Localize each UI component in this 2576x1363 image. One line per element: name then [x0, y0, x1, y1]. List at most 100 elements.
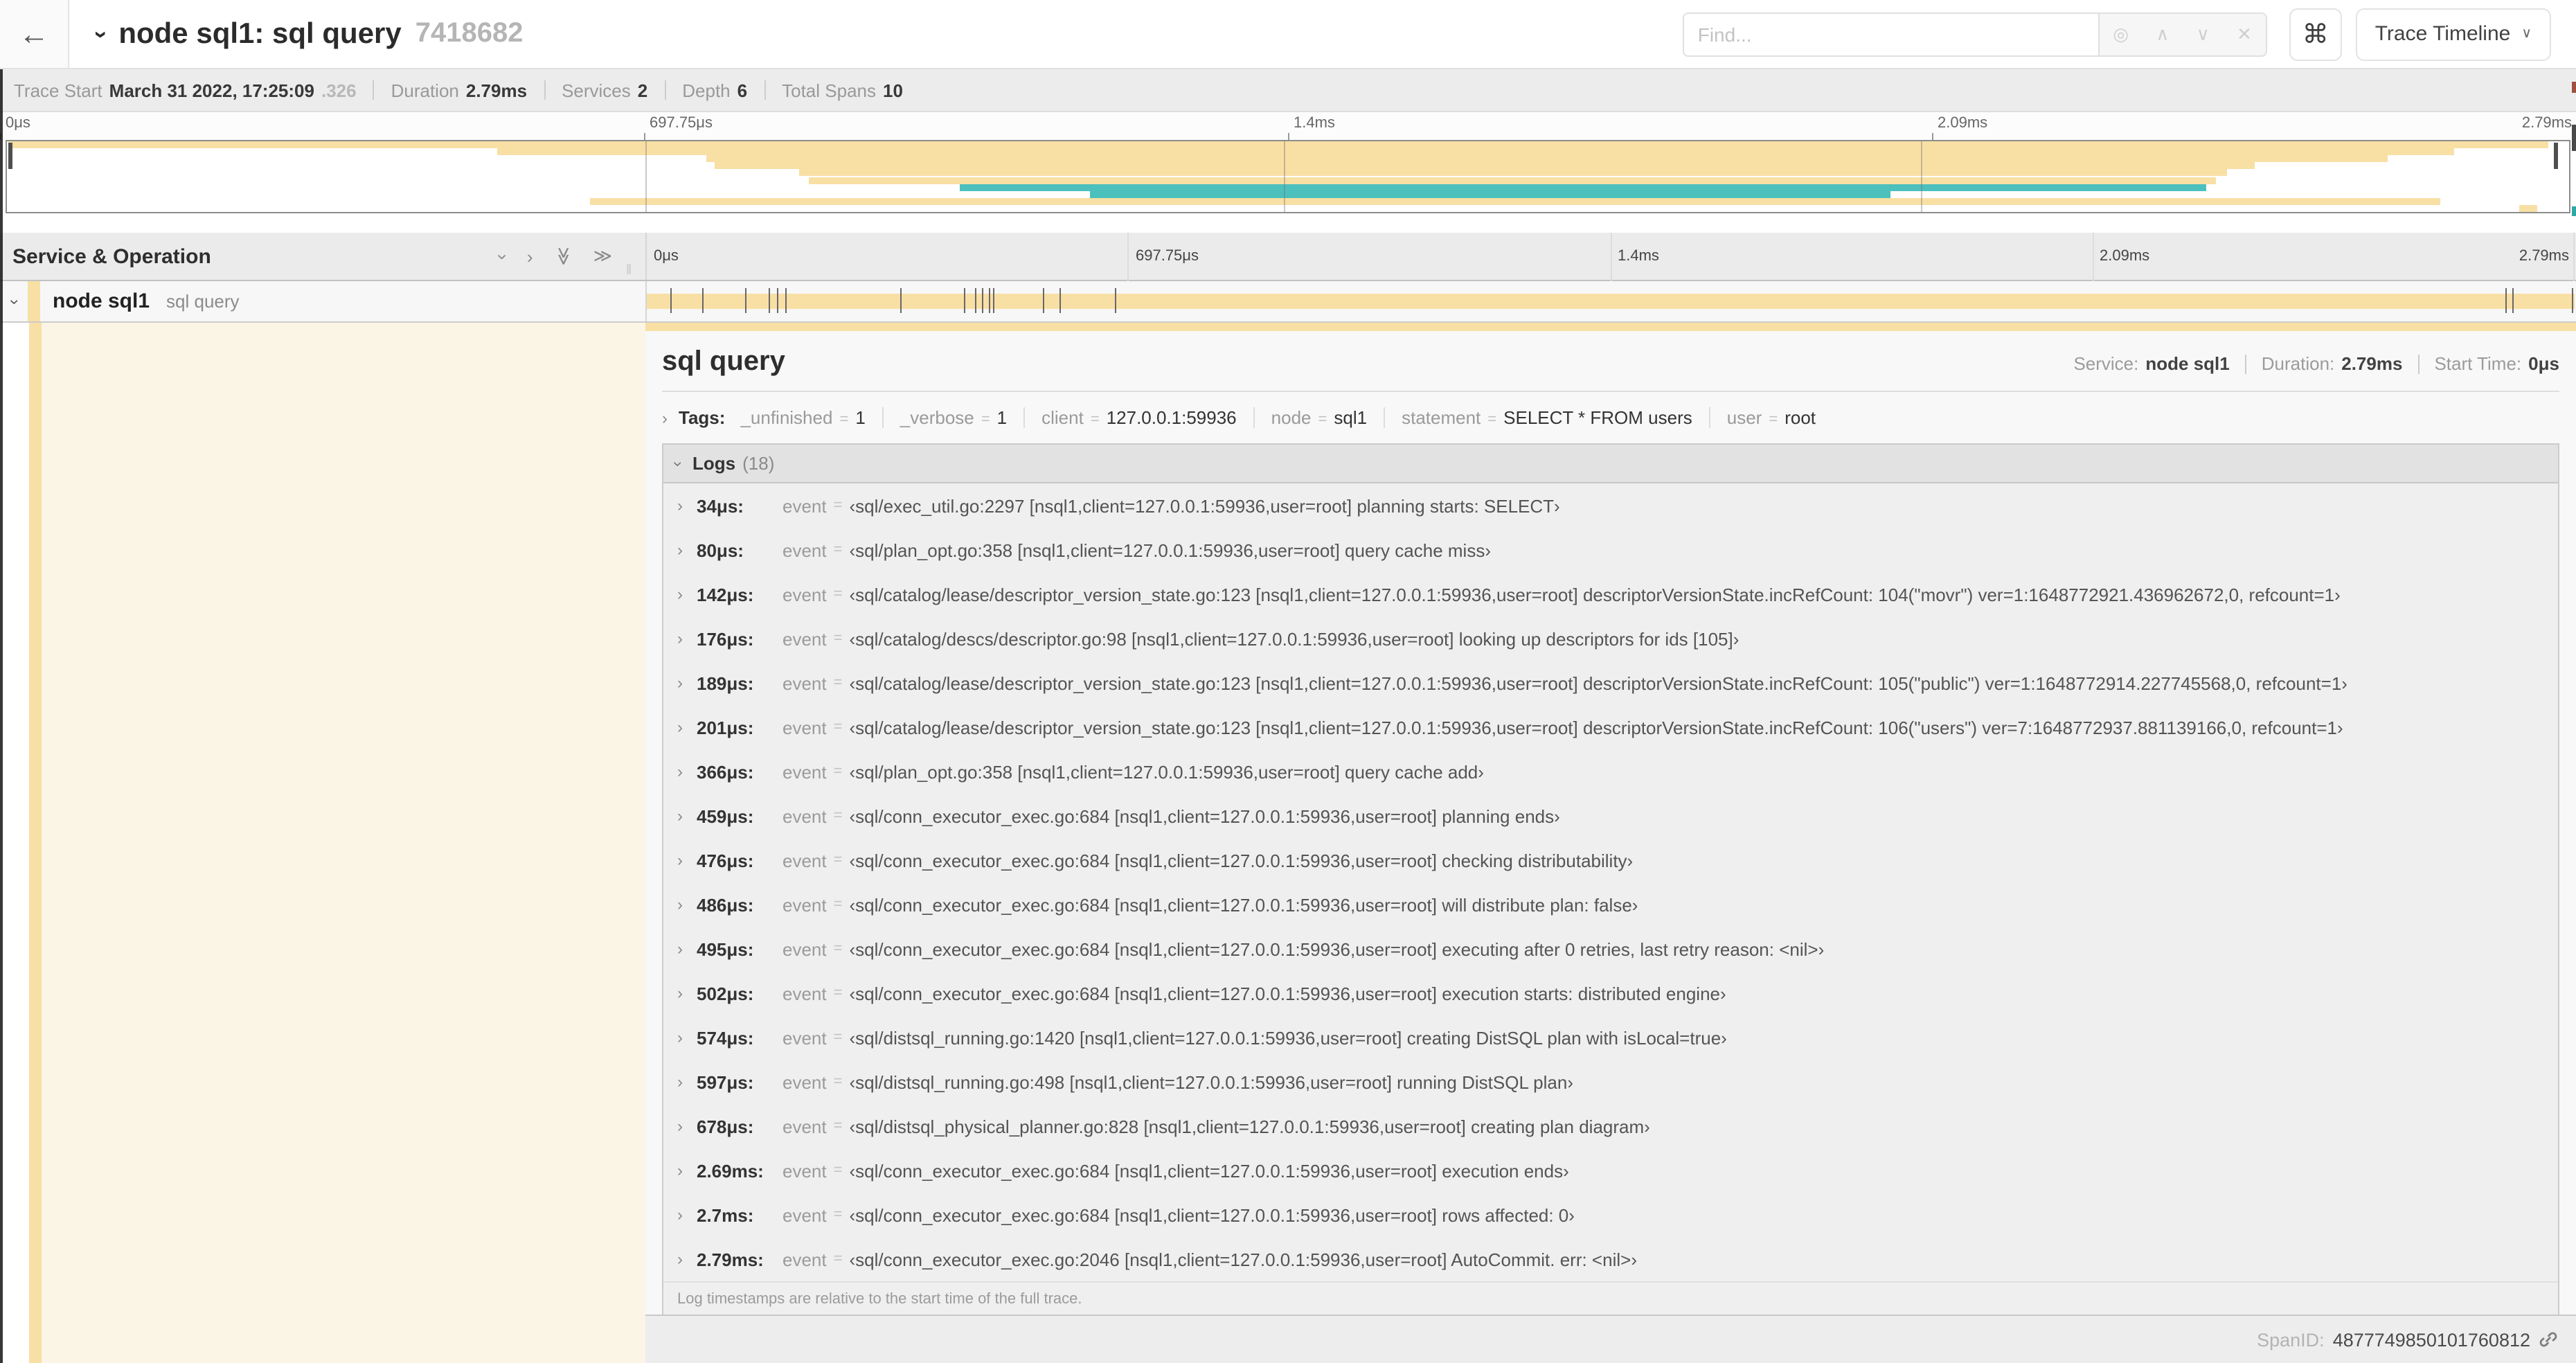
timeline-tick-label: 697.75μs [1136, 248, 1199, 265]
timeline-tick-label: 0μs [654, 248, 679, 265]
minimap-gridline [1920, 141, 1922, 212]
equals-sign: = [1487, 411, 1497, 428]
log-marker [2571, 288, 2573, 313]
chevron-right-icon: › [662, 408, 668, 427]
log-marker [1059, 288, 1061, 313]
log-entry-row[interactable]: › 678μs: event = ‹sql/distsql_physical_plann… [663, 1104, 2558, 1148]
log-entry-row[interactable]: › 80μs: event = ‹sql/plan_opt.go:358 [nsql1,… [663, 528, 2558, 572]
log-marker [982, 288, 984, 313]
minimap-tick-label: 1.4ms [1294, 115, 1335, 132]
find-next-icon[interactable]: ∨ [2197, 23, 2210, 45]
log-entry-row[interactable]: › 366μs: event = ‹sql/plan_opt.go:358 [nsql1… [663, 749, 2558, 794]
chevron-right-icon: › [677, 629, 683, 648]
span-duration-bar[interactable] [647, 294, 2575, 309]
expand-one-icon[interactable]: › [527, 246, 533, 267]
back-button[interactable]: ← [0, 0, 69, 68]
summary-item: Services 2 [562, 80, 647, 100]
summary-item: Total Spans 10 [782, 80, 903, 100]
tag-separator [882, 407, 884, 428]
log-entry-row[interactable]: › 176μs: event = ‹sql/catalog/descs/descript… [663, 616, 2558, 661]
log-field-value: ‹sql/conn_executor_exec.go:684 [nsql1,cl… [849, 983, 1726, 1004]
collapse-all-icon[interactable]: ≫ [552, 247, 574, 265]
tags-row[interactable]: › Tags: _unfinished = 1 _verbose = 1 client = 12… [662, 407, 2559, 428]
log-entry-row[interactable]: › 597μs: event = ‹sql/distsql_running.go:498… [663, 1060, 2558, 1104]
tag-key: statement [1402, 407, 1481, 428]
log-field-value: ‹sql/catalog/lease/descriptor_version_st… [849, 672, 2347, 693]
chevron-right-icon: › [677, 496, 683, 515]
trace-view-select[interactable]: Trace Timeline ∨ [2355, 8, 2551, 60]
log-marker [785, 288, 787, 313]
chevron-down-icon[interactable]: › [6, 299, 25, 304]
minimap-gridline [645, 141, 647, 212]
equals-sign: = [833, 985, 843, 1001]
tag-item: user = root [1727, 407, 1816, 428]
equals-sign: = [839, 411, 849, 428]
log-field-value: ‹sql/distsql_physical_planner.go:828 [ns… [849, 1116, 1650, 1137]
column-resize-grip[interactable]: ‖ [626, 263, 632, 278]
log-entry-row[interactable]: › 502μs: event = ‹sql/conn_executor_exec.go:… [663, 971, 2558, 1015]
clear-find-icon[interactable]: ✕ [2237, 23, 2252, 45]
trace-minimap[interactable] [6, 140, 2570, 213]
minimap-span-bar [714, 162, 2255, 170]
chevron-right-icon: › [677, 673, 683, 693]
link-icon[interactable] [2539, 1330, 2558, 1349]
log-field-value: ‹sql/plan_opt.go:358 [nsql1,client=127.0… [849, 540, 1492, 560]
trace-title-group[interactable]: › node sql1: sql query 7418682 [89, 17, 524, 51]
summary-item: Depth 6 [682, 80, 747, 100]
summary-value: 2 [637, 80, 648, 100]
log-entry-row[interactable]: › 2.79ms: event = ‹sql/conn_executor_exec.go… [663, 1237, 2558, 1281]
chevron-right-icon: › [677, 1116, 683, 1136]
summary-label: Depth [682, 80, 731, 100]
minimap-axis: 0μs 697.75μs 1.4ms 2.09ms 2.79ms [0, 112, 2576, 140]
log-entry-row[interactable]: › 574μs: event = ‹sql/distsql_running.go:142… [663, 1015, 2558, 1060]
log-entry-row[interactable]: › 476μs: event = ‹sql/conn_executor_exec.go:… [663, 838, 2558, 882]
log-entry-row[interactable]: › 189μs: event = ‹sql/catalog/lease/descript… [663, 661, 2558, 705]
find-input[interactable] [1682, 12, 2098, 56]
span-id-value: 4877749850101760812 [2332, 1329, 2530, 1350]
log-entry-row[interactable]: › 2.69ms: event = ‹sql/conn_executor_exec.go… [663, 1148, 2558, 1193]
chevron-down-icon[interactable]: › [87, 30, 115, 37]
log-field-key: event [782, 1204, 827, 1225]
span-id-label: SpanID: [2257, 1329, 2325, 1350]
log-entry-row[interactable]: › 142μs: event = ‹sql/catalog/lease/descript… [663, 572, 2558, 616]
detail-left-column [0, 323, 645, 1363]
minimap-left-scrubber[interactable] [8, 143, 12, 169]
log-field-key: event [782, 672, 827, 693]
service-operation-title: Service & Operation [12, 244, 211, 268]
chevron-right-icon: › [677, 1249, 683, 1269]
back-arrow-icon: ← [19, 16, 49, 51]
log-entry-row[interactable]: › 2.7ms: event = ‹sql/conn_executor_exec.go:… [663, 1193, 2558, 1237]
log-entry-row[interactable]: › 486μs: event = ‹sql/conn_executor_exec.go:… [663, 882, 2558, 927]
log-marker [744, 288, 746, 313]
log-timestamp: 80μs: [697, 540, 744, 560]
collapse-one-icon[interactable]: › [493, 253, 514, 260]
equals-sign: = [1318, 411, 1327, 428]
locate-icon[interactable]: ◎ [2113, 23, 2129, 45]
find-prev-icon[interactable]: ∧ [2156, 23, 2169, 45]
log-field-value: ‹sql/conn_executor_exec.go:684 [nsql1,cl… [849, 1160, 1569, 1181]
log-field-value: ‹sql/conn_executor_exec.go:684 [nsql1,cl… [849, 1204, 1575, 1225]
keyboard-shortcuts-button[interactable]: ⌘ [2289, 8, 2342, 60]
detail-header: sql query Service: node sql1 Duration: 2.79… [662, 346, 2559, 378]
tag-value: SELECT * FROM users [1503, 407, 1692, 428]
equals-sign: = [1769, 411, 1778, 428]
summary-value: 2.79ms [465, 80, 528, 100]
span-row-timeline[interactable] [645, 281, 2575, 321]
log-entry-row[interactable]: › 201μs: event = ‹sql/catalog/lease/descript… [663, 705, 2558, 749]
minimap-span-bar [706, 155, 2388, 163]
log-entry-row[interactable]: › 459μs: event = ‹sql/conn_executor_exec.go:… [663, 794, 2558, 838]
chevron-right-icon: › [677, 1161, 683, 1180]
log-entry-row[interactable]: › 34μs: event = ‹sql/exec_util.go:2297 [nsql… [663, 483, 2558, 528]
span-row-name-column[interactable]: › node sql1 sql query [0, 281, 645, 321]
log-field-value: ‹sql/catalog/descs/descriptor.go:98 [nsq… [849, 628, 1739, 649]
equals-sign: = [833, 1206, 843, 1223]
log-entry-row[interactable]: › 495μs: event = ‹sql/conn_executor_exec.go:… [663, 927, 2558, 971]
logs-header[interactable]: › Logs (18) [663, 445, 2558, 483]
equals-sign: = [833, 808, 843, 824]
minimap-right-scrubber[interactable] [2554, 143, 2558, 169]
log-field-key: event [782, 540, 827, 560]
expand-all-icon[interactable]: ≫ [593, 245, 612, 267]
log-field-value: ‹sql/catalog/lease/descriptor_version_st… [849, 584, 2341, 605]
log-field-value: ‹sql/exec_util.go:2297 [nsql1,client=127… [849, 495, 1560, 516]
span-row[interactable]: › node sql1 sql query [0, 281, 2576, 323]
